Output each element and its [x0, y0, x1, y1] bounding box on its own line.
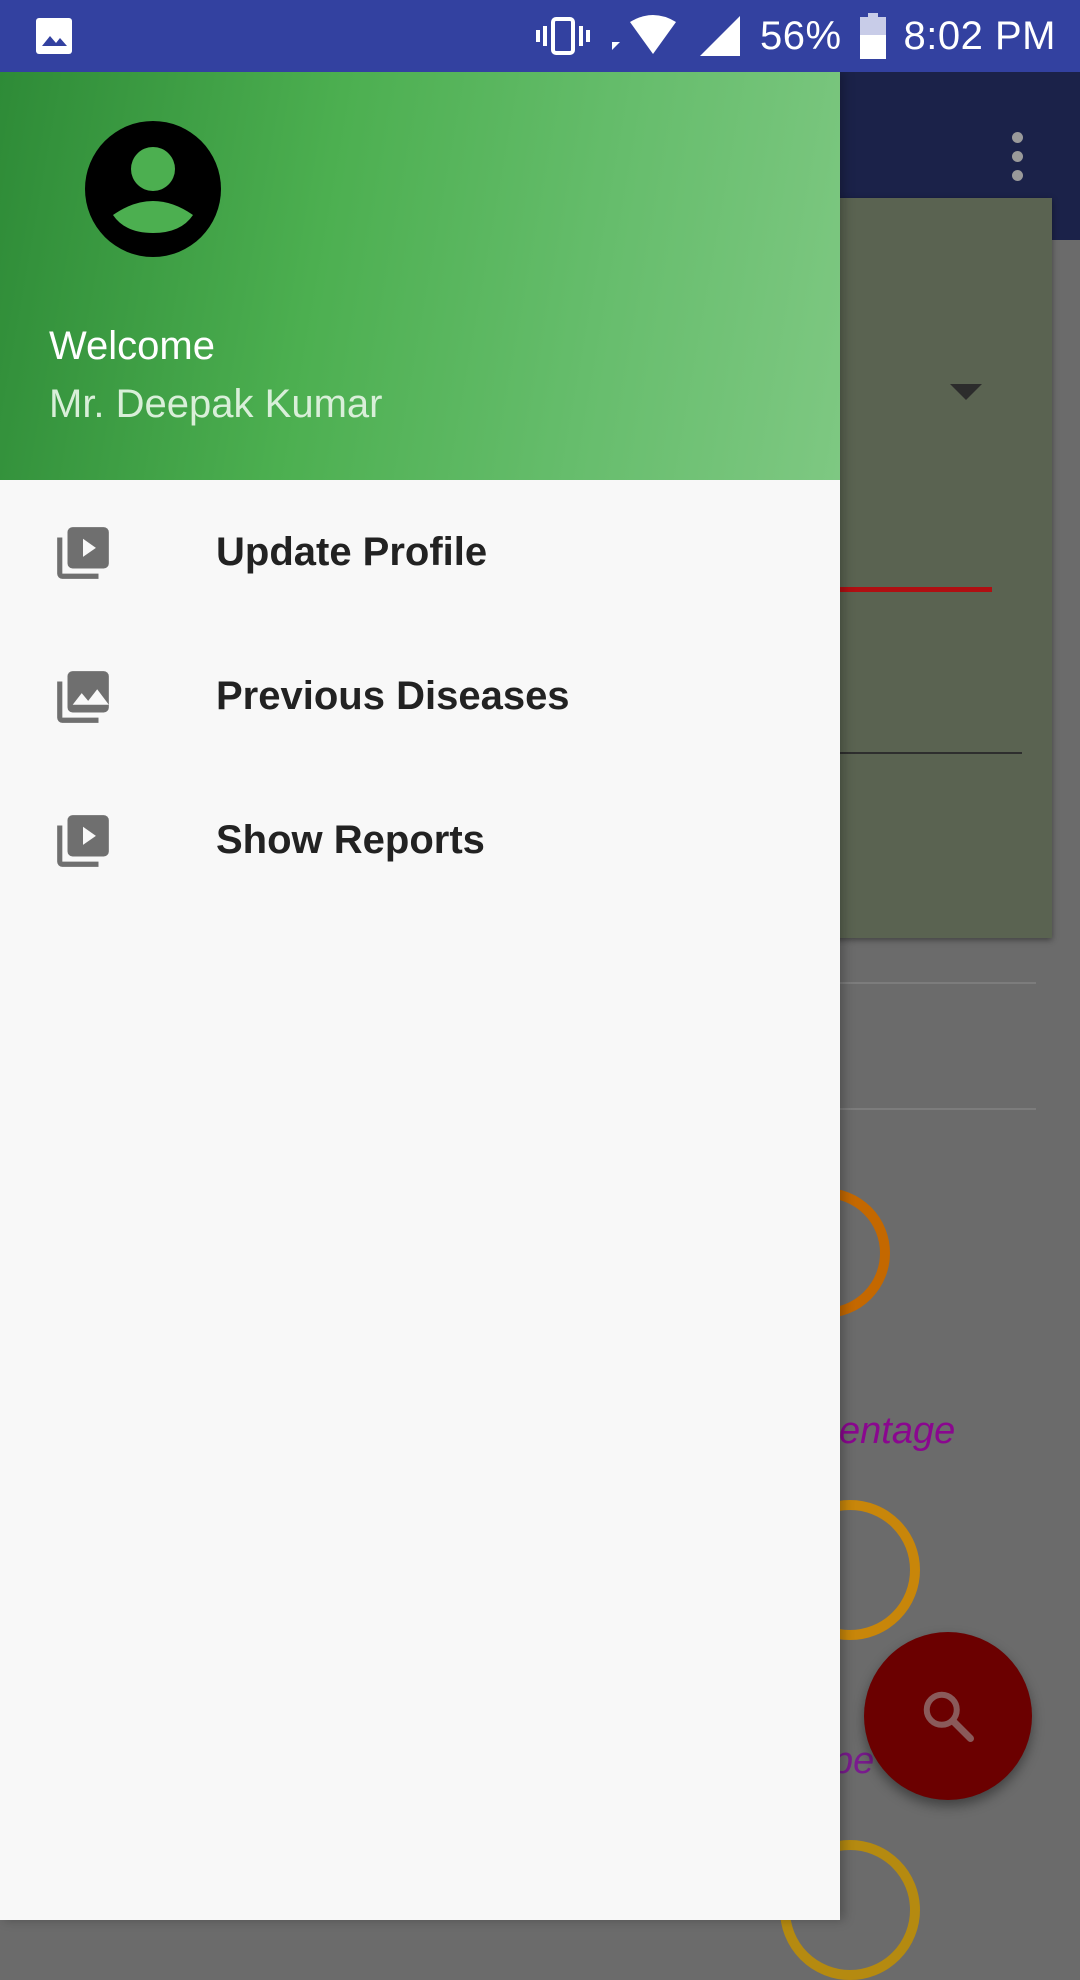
input-underline	[820, 752, 1022, 754]
search-icon	[923, 1691, 974, 1742]
navigation-drawer: Welcome Mr. Deepak Kumar Update Profile …	[0, 72, 840, 1920]
menu-item-previous-diseases[interactable]: Previous Diseases	[0, 624, 840, 768]
status-bar: 56% 8:02 PM	[0, 0, 1080, 72]
menu-item-label: Previous Diseases	[216, 673, 570, 718]
vibrate-icon	[535, 17, 590, 55]
menu-item-label: Update Profile	[216, 529, 488, 574]
battery-percentage: 56%	[759, 13, 842, 58]
image-notification-icon	[36, 18, 72, 54]
battery-icon	[859, 13, 886, 59]
input-underline-active	[820, 587, 992, 592]
overflow-menu-icon[interactable]	[1010, 132, 1024, 184]
divider	[840, 1108, 1036, 1110]
photo-library-icon	[57, 671, 109, 723]
dropdown-caret-icon[interactable]	[950, 384, 982, 400]
menu-item-label: Show Reports	[216, 817, 485, 862]
user-name: Mr. Deepak Kumar	[49, 382, 383, 426]
cell-signal-icon	[699, 16, 740, 56]
video-library-icon	[57, 527, 109, 579]
status-time: 8:02 PM	[903, 13, 1056, 58]
ring-label: centage	[820, 1410, 956, 1452]
menu-item-update-profile[interactable]: Update Profile	[0, 480, 840, 624]
background-form-card	[820, 198, 1052, 938]
drawer-header: Welcome Mr. Deepak Kumar	[0, 72, 840, 480]
account-circle-icon[interactable]	[85, 121, 221, 257]
wifi-icon	[611, 15, 676, 54]
drawer-menu: Update Profile Previous Diseases Show Re…	[0, 480, 840, 912]
menu-item-show-reports[interactable]: Show Reports	[0, 768, 840, 912]
video-library-icon	[57, 815, 109, 867]
divider	[840, 982, 1036, 984]
search-fab-button[interactable]	[864, 1632, 1032, 1800]
welcome-text: Welcome	[49, 324, 215, 368]
